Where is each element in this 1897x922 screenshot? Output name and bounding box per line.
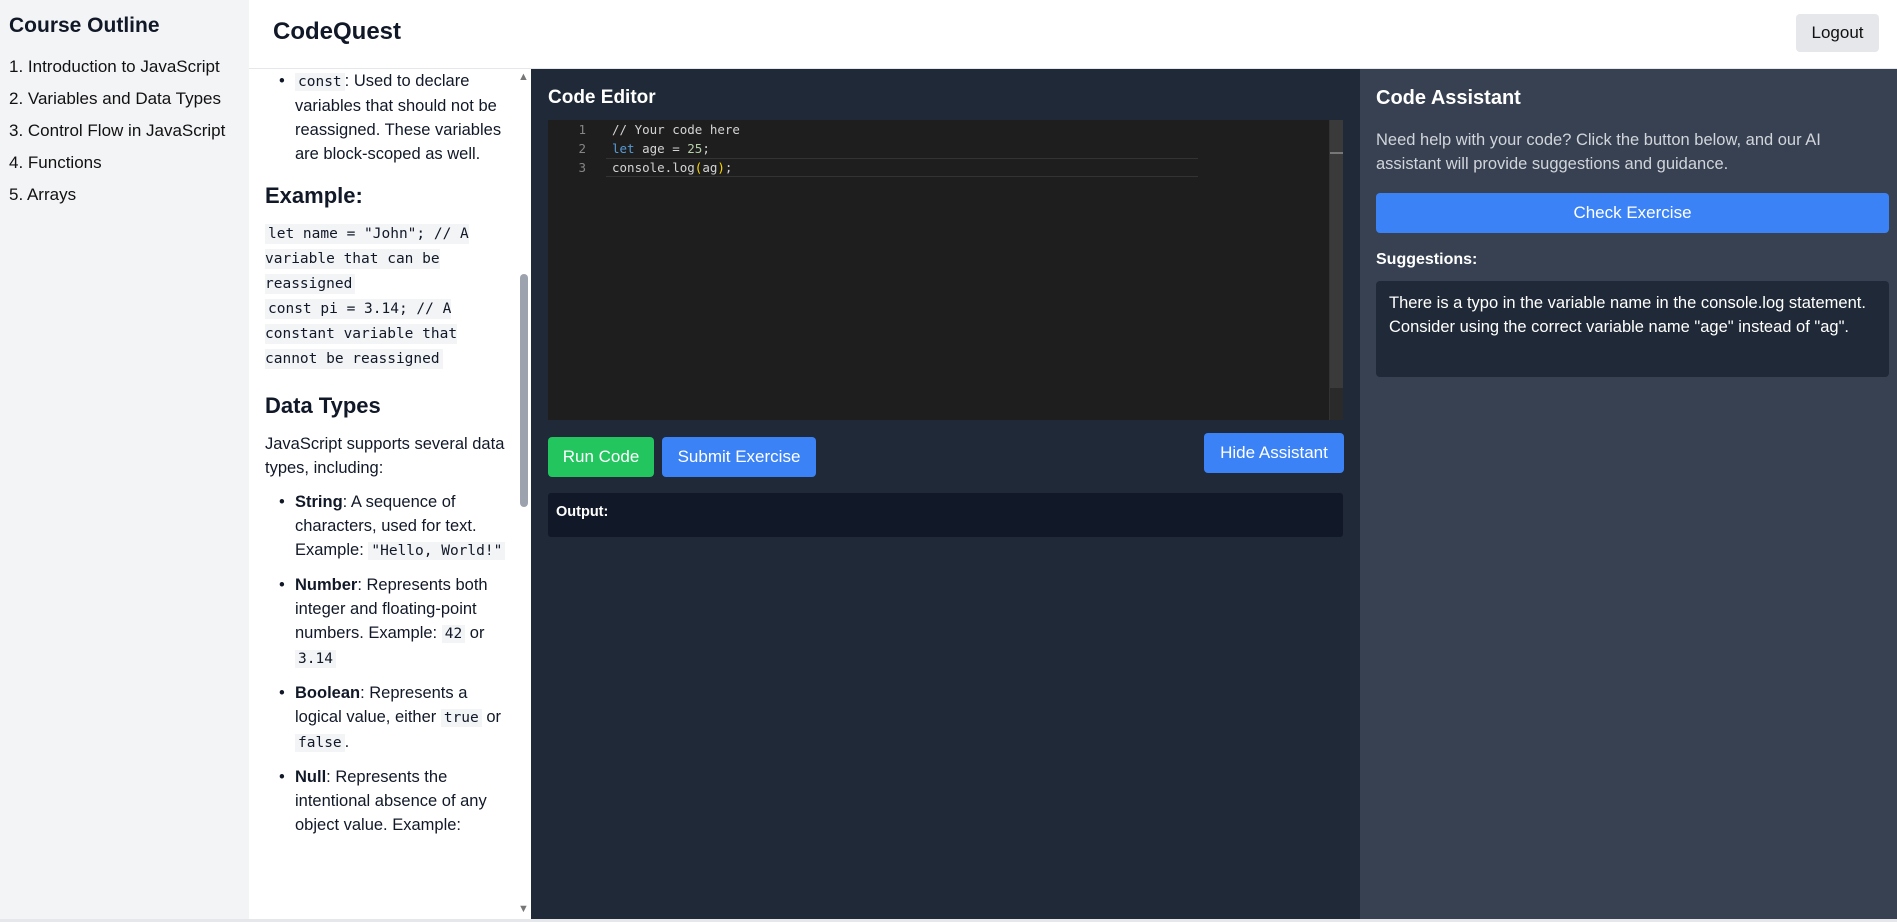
lesson-panel: const: Used to declare variables that sh… [249, 69, 531, 919]
inline-code: const [295, 73, 345, 91]
cursor-position-marker [1330, 152, 1343, 154]
check-exercise-button[interactable]: Check Exercise [1376, 193, 1889, 233]
list-item: const: Used to declare variables that sh… [279, 69, 515, 166]
lesson-content: const: Used to declare variables that sh… [265, 69, 515, 847]
line-number: 3 [578, 160, 586, 175]
list-item: Boolean: Represents a logical value, eit… [279, 681, 515, 755]
inline-code: 42 [441, 625, 466, 643]
code-line: const pi = 3.14; // A constant variable … [265, 299, 458, 369]
type-name: String [295, 493, 343, 511]
inline-code: true [440, 709, 482, 727]
assistant-description: Need help with your code? Click the butt… [1376, 131, 1821, 173]
type-name: Number [295, 576, 358, 594]
list-item: Number: Represents both integer and floa… [279, 573, 515, 671]
sidebar-title: Course Outline [9, 14, 160, 37]
data-types-heading: Data Types [265, 393, 381, 418]
line-number: 2 [578, 141, 586, 156]
line-number: 1 [578, 122, 586, 137]
code-text: // Your code here [612, 122, 740, 137]
code-editor-panel: Code Editor 1 // Your code here 2 let ag… [531, 69, 1360, 919]
data-types-intro: JavaScript supports several data types, … [265, 435, 505, 477]
inline-code: "Hello, World!" [368, 542, 506, 560]
scroll-down-icon[interactable]: ▼ [518, 903, 529, 915]
type-joiner: or [481, 708, 502, 726]
suggestions-label: Suggestions: [1376, 251, 1478, 268]
suggestion-box: There is a typo in the variable name in … [1376, 281, 1889, 377]
code-text: console.log(ag); [612, 160, 733, 175]
app-title: CodeQuest [273, 18, 402, 45]
type-name: Boolean [295, 684, 361, 702]
list-item: Null: Represents the intentional absence… [279, 765, 515, 837]
scroll-up-icon[interactable]: ▲ [518, 71, 529, 83]
sidebar-item-introduction[interactable]: 1. Introduction to JavaScript [9, 51, 249, 83]
sidebar-item-arrays[interactable]: 5. Arrays [9, 179, 249, 211]
submit-exercise-button[interactable]: Submit Exercise [662, 437, 816, 477]
code-editor[interactable]: 1 // Your code here 2 let age = 25; 3 co… [548, 120, 1343, 420]
sidebar-item-functions[interactable]: 4. Functions [9, 147, 249, 179]
assistant-title: Code Assistant [1376, 87, 1521, 109]
top-header: CodeQuest Logout [249, 0, 1897, 69]
scrollbar-thumb[interactable] [1330, 120, 1343, 388]
editor-title: Code Editor [548, 87, 656, 108]
inline-code: false [295, 734, 345, 752]
logout-button[interactable]: Logout [1796, 14, 1879, 52]
code-line: let name = "John"; // A variable that ca… [265, 224, 469, 294]
example-code-block: let name = "John"; // A variable that ca… [265, 222, 515, 372]
scrollbar-thumb[interactable] [520, 274, 528, 507]
course-outline-sidebar: Course Outline 1. Introduction to JavaSc… [0, 0, 249, 919]
editor-scrollbar[interactable] [1329, 120, 1343, 420]
example-heading: Example: [265, 183, 363, 208]
code-text: let age = 25; [612, 141, 710, 156]
sidebar-item-variables[interactable]: 2. Variables and Data Types [9, 83, 249, 115]
type-joiner: or [465, 624, 485, 642]
sidebar-item-control-flow[interactable]: 3. Control Flow in JavaScript [9, 115, 249, 147]
list-item: String: A sequence of characters, used f… [279, 490, 515, 563]
type-name: Null [295, 768, 327, 786]
lesson-scrollbar[interactable]: ▲ ▼ [515, 69, 531, 919]
type-tail: . [344, 733, 350, 751]
output-label: Output: [556, 504, 609, 520]
inline-code: 3.14 [295, 650, 336, 668]
hide-assistant-button[interactable]: Hide Assistant [1204, 433, 1344, 473]
run-code-button[interactable]: Run Code [548, 437, 654, 477]
output-panel: Output: [548, 493, 1343, 537]
code-assistant-panel: Code Assistant Need help with your code?… [1360, 69, 1897, 919]
